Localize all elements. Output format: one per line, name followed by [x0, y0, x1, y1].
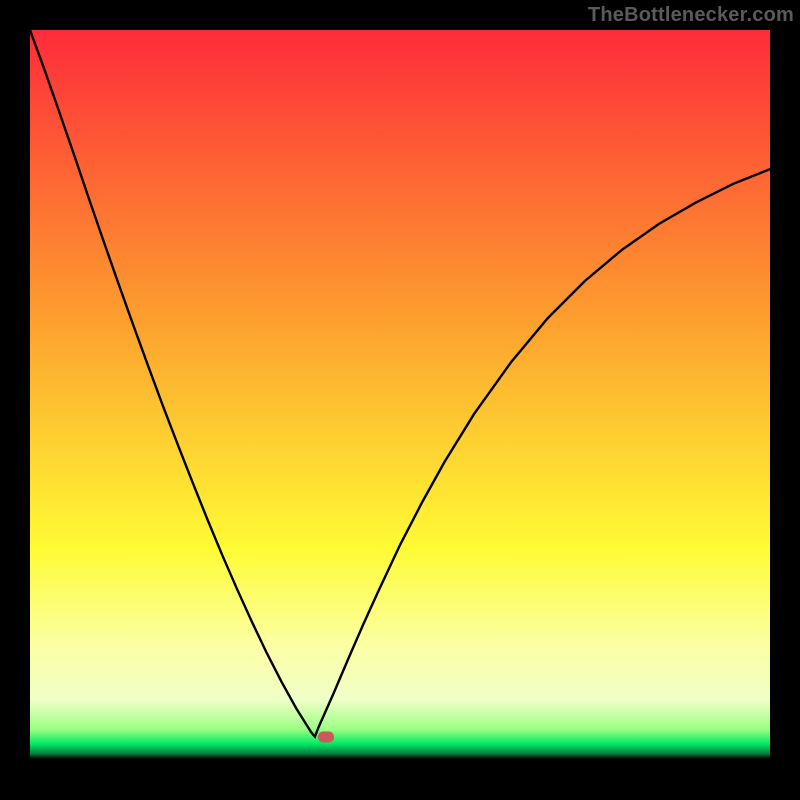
optimal-marker — [318, 731, 334, 742]
chart-frame — [30, 30, 770, 770]
watermark-text: TheBottlenecker.com — [588, 4, 794, 27]
gradient-background — [30, 30, 770, 770]
chart-svg — [30, 30, 770, 770]
